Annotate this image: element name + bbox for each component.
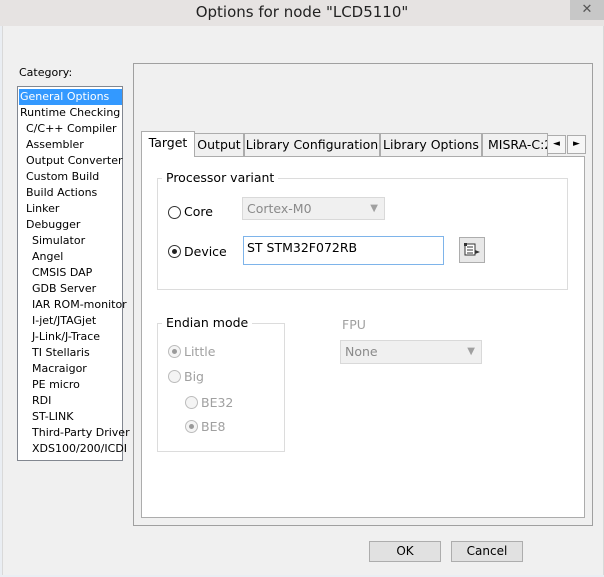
be32-label: BE32 (201, 395, 234, 410)
category-item-angel[interactable]: Angel (32, 249, 63, 265)
category-item-st-link[interactable]: ST-LINK (32, 409, 73, 425)
category-item-pe-micro[interactable]: PE micro (32, 377, 80, 393)
category-item-macraigor[interactable]: Macraigor (32, 361, 87, 377)
little-label: Little (184, 344, 216, 359)
category-item-output-converter[interactable]: Output Converter (26, 153, 123, 169)
close-icon[interactable]: ✕ (570, 0, 604, 20)
cancel-button[interactable]: Cancel (451, 541, 523, 562)
category-item-c-compiler[interactable]: C/C++ Compiler (26, 121, 117, 137)
category-item-custom-build[interactable]: Custom Build (26, 169, 99, 185)
device-field[interactable]: ST STM32F072RB (243, 236, 444, 265)
tab-scroll-left-icon[interactable]: ◄ (547, 135, 566, 154)
be8-label: BE8 (201, 419, 226, 434)
core-radio[interactable] (168, 206, 181, 219)
category-item-runtime-checking[interactable]: Runtime Checking (20, 105, 120, 121)
endian-mode-title: Endian mode (162, 315, 253, 330)
processor-variant-group (157, 178, 568, 290)
fpu-label: FPU (342, 317, 366, 332)
device-select-button[interactable] (459, 237, 485, 263)
tab-misra-c[interactable]: MISRA-C:2 (482, 133, 548, 156)
device-label: Device (184, 244, 227, 259)
category-item-j-link[interactable]: J-Link/J-Trace (32, 329, 100, 345)
chevron-down-icon: ▼ (370, 203, 378, 214)
category-item-ti-stellaris[interactable]: TI Stellaris (32, 345, 90, 361)
big-label: Big (184, 369, 204, 384)
category-item-xds100[interactable]: XDS100/200/ICDI (32, 441, 127, 457)
title-bar: Options for node "LCD5110" ✕ (0, 0, 604, 26)
category-item-i-jet[interactable]: I-jet/JTAGjet (32, 313, 96, 329)
category-item-debugger[interactable]: Debugger (26, 217, 80, 233)
category-item-assembler[interactable]: Assembler (26, 137, 84, 153)
category-item-cmsis-dap[interactable]: CMSIS DAP (32, 265, 92, 281)
little-radio[interactable] (168, 345, 181, 358)
be32-radio[interactable] (185, 396, 198, 409)
big-radio[interactable] (168, 370, 181, 383)
tab-library-configuration[interactable]: Library Configuration (244, 133, 380, 156)
tab-scroll-right-icon[interactable]: ► (567, 135, 586, 154)
tab-target[interactable]: Target (141, 131, 195, 157)
category-item-rdi[interactable]: RDI (32, 393, 51, 409)
ok-button[interactable]: OK (369, 541, 441, 562)
category-item-linker[interactable]: Linker (26, 201, 59, 217)
fpu-combo[interactable]: None ▼ (340, 340, 482, 364)
window-title: Options for node "LCD5110" (195, 3, 409, 21)
category-label: Category: (19, 66, 73, 79)
device-radio[interactable] (168, 245, 181, 258)
tab-library-options[interactable]: Library Options (380, 133, 482, 156)
core-label: Core (184, 204, 213, 219)
category-item-third-party-driver[interactable]: Third-Party Driver (32, 425, 130, 441)
category-item-build-actions[interactable]: Build Actions (26, 185, 97, 201)
category-item-simulator[interactable]: Simulator (32, 233, 85, 249)
category-item-iar-rom-monitor[interactable]: IAR ROM-monitor (32, 297, 127, 313)
be8-radio[interactable] (185, 420, 198, 433)
tab-output[interactable]: Output (194, 133, 244, 156)
core-combo[interactable]: Cortex-M0 ▼ (242, 197, 385, 220)
core-combo-value: Cortex-M0 (247, 201, 312, 216)
processor-variant-title: Processor variant (162, 170, 279, 185)
chevron-down-icon: ▼ (467, 346, 475, 357)
category-list[interactable]: General Options Runtime Checking C/C++ C… (17, 86, 130, 461)
fpu-combo-value: None (345, 344, 378, 359)
category-item-general-options[interactable]: General Options (19, 89, 122, 105)
category-item-gdb-server[interactable]: GDB Server (32, 281, 96, 297)
device-database-icon (464, 243, 480, 256)
